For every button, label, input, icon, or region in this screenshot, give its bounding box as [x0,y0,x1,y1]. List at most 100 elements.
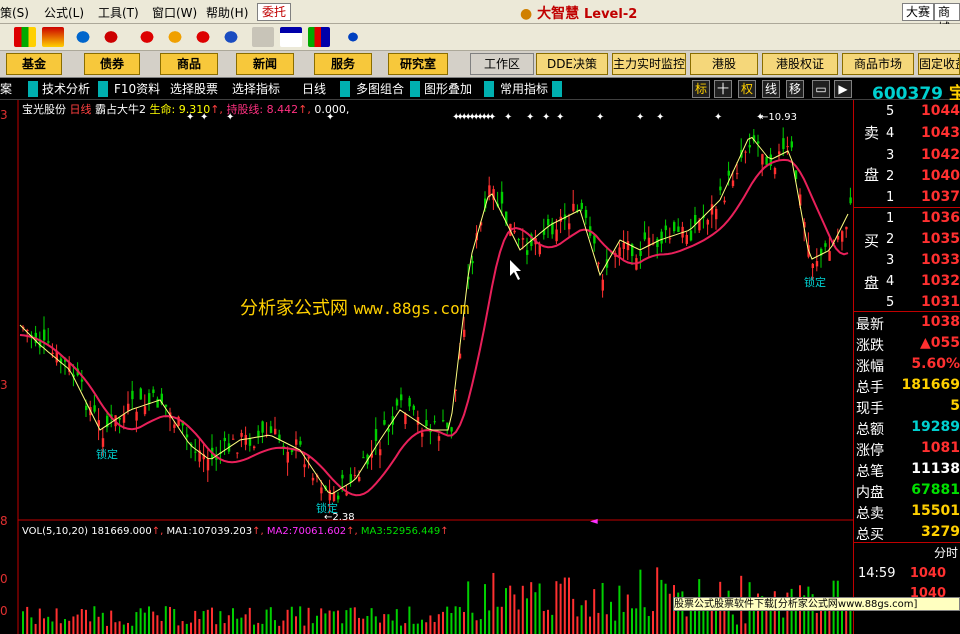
volume-bar [370,608,373,634]
volume-bar [660,579,663,634]
pin-icon[interactable] [192,27,214,47]
move-button[interactable]: 移 [786,80,804,98]
tab-multi-chart[interactable]: 多图组合 [356,80,404,98]
candle-body [93,405,96,412]
tab-select-indicator[interactable]: 选择指标 [232,80,280,98]
tab-common-indicator[interactable]: 常用指标 [500,80,548,98]
volume-bar [97,616,100,634]
kline-chart[interactable]: ✦ ✦ ✦ ✦ ✦✦✦✦✦✦✦✦✦✦ ✦ ✦ ✦ ✦ ✦ ✦ ✦ ✦ ✦◄ [0,100,853,634]
volume-bar [68,620,71,634]
nav-hk-stock[interactable]: 港股 [690,53,758,75]
volume-bar [223,623,226,634]
nav-news[interactable]: 新闻 [236,53,294,75]
nav-bond[interactable]: 债券 [84,53,140,75]
volume-bar [219,611,222,634]
help-cursor-icon[interactable] [342,27,364,47]
candle-body [164,404,168,407]
volume-bar [605,614,608,634]
trade-button[interactable]: 委托 [257,3,291,21]
candle-body [643,232,646,240]
flag-icon[interactable] [136,27,158,47]
candle-body [400,394,403,401]
candle-body [303,464,306,468]
mark-button[interactable]: 标 [692,80,710,98]
nav-service[interactable]: 服务 [314,53,372,75]
books-icon[interactable] [308,27,330,47]
nav-dde[interactable]: DDE决策 [536,53,608,75]
volume-bar [290,606,293,634]
candle-body [849,197,852,204]
volume-bar [131,625,134,634]
contest-button[interactable]: 大赛 [902,3,935,21]
tab-case[interactable]: 案 [0,80,12,98]
candle-body [421,432,424,437]
line-button[interactable]: 线 [762,80,780,98]
candle-body [668,238,672,240]
volume-bar [236,618,239,634]
nav-commodity[interactable]: 商品 [160,53,218,75]
candle-body [139,388,142,400]
volume-bar [475,620,478,634]
tab-arrow-icon[interactable] [484,81,494,97]
nav-research[interactable]: 研究室 [388,53,448,75]
nav-commodity-market[interactable]: 商品市场 [842,53,914,75]
tab-arrow-icon[interactable] [98,81,108,97]
tab-tech-analysis[interactable]: 技术分析 [42,80,90,98]
tab-daily[interactable]: 日线 [302,80,326,98]
volume-bar [295,616,297,634]
volume-bar [643,607,646,634]
chart-icon[interactable] [14,27,36,47]
menu-help[interactable]: 帮助(H) [206,4,248,21]
workarea-button[interactable]: 工作区 [470,53,534,75]
volume-bar [547,609,549,634]
crosshair-button[interactable]: 十 [714,80,732,98]
nav-fixed-income[interactable]: 固定收益 [918,53,960,75]
tab-arrow-icon[interactable] [340,81,350,97]
quote-total-buy: 3279 [921,524,960,540]
nav-fund[interactable]: 基金 [6,53,62,75]
tab-arrow-icon[interactable] [410,81,420,97]
tab-select-stock[interactable]: 选择股票 [170,80,218,98]
rights-button[interactable]: 权 [738,80,756,98]
tab-arrow-icon[interactable] [28,81,38,97]
menu-formula[interactable]: 公式(L) [44,4,84,21]
alarm-icon[interactable] [100,27,122,47]
volume-bar [782,617,785,634]
mall-button[interactable]: 商城 [934,3,960,35]
candle-body [719,186,722,191]
signal-marker: ✦ [526,112,534,123]
quote-inner: 67881 [911,482,960,498]
window-icon[interactable]: ▭ [812,80,830,98]
window-icon[interactable] [280,27,302,47]
candle-body [757,141,760,144]
globe-icon[interactable] [220,27,242,47]
candle-body [173,424,176,428]
volume-bar [106,625,108,634]
download-banner[interactable]: 股票公式股票软件下载[分析家公式网www.88gs.com] [673,597,960,611]
volume-bar [278,625,281,634]
candle-body [374,429,378,441]
menu-window[interactable]: 窗口(W) [152,4,197,21]
binoculars-icon[interactable] [72,27,94,47]
menu-tools[interactable]: 工具(T) [98,4,139,21]
candle-body [639,250,642,256]
candle-body [824,243,827,247]
volume-bar [110,610,113,634]
menu-strategy[interactable]: 策(S) [0,4,29,21]
tab-arrow-icon[interactable] [552,81,562,97]
volume-bar [559,583,562,634]
diamond-icon[interactable] [164,27,186,47]
tab-overlay[interactable]: 图形叠加 [424,80,472,98]
nav-main-monitor[interactable]: 主力实时监控 [612,53,686,75]
play-icon[interactable]: ▶ [834,80,852,98]
volume-bar [685,616,688,634]
quote-volume: 181669 [901,377,960,393]
volume-bar [597,612,600,634]
quote-change: ▲055 [920,335,960,351]
tab-f10[interactable]: F10资料 [114,80,160,98]
axis-label: 0 [0,572,8,586]
bars-icon[interactable] [42,27,64,47]
print-icon[interactable] [252,27,274,47]
nav-hk-warrant[interactable]: 港股权证 [762,53,838,75]
candle-body [185,434,189,438]
